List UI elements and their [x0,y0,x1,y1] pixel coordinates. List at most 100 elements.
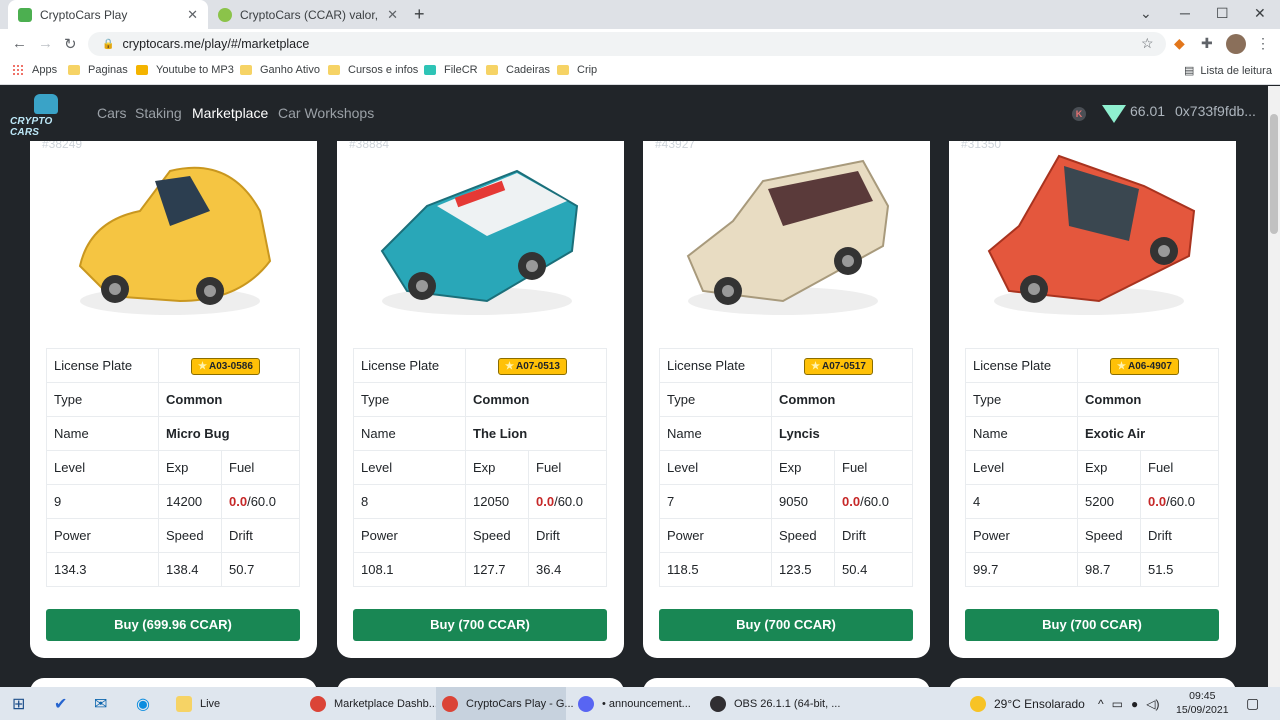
taskbar-marketplace-dashboard[interactable]: Marketplace Dashb... [304,687,438,720]
edge-browser-icon[interactable]: ◉ [130,687,156,720]
taskbar-live-folder[interactable]: Live [170,687,298,720]
scrollbar-thumb[interactable] [1270,114,1278,234]
page-scrollbar[interactable] [1268,86,1280,687]
buy-button[interactable]: Buy (699.96 CCAR) [46,609,300,641]
fuel-value: 0.0/60.0 [834,484,913,519]
system-clock[interactable]: 09:45 15/09/2021 [1176,689,1229,717]
weather-widget[interactable]: 29°C Ensolarado [970,687,1085,720]
fuel-value: 0.0/60.0 [221,484,300,519]
reload-icon[interactable]: ↻ [64,35,77,53]
level-label: Level [659,450,772,485]
type-value: Common [771,382,913,417]
car-card: #31350 License Plate ★ A06-4907 Type Comm… [949,141,1236,658]
nav-cars[interactable]: Cars [97,105,127,121]
forward-arrow-icon[interactable]: → [38,35,53,52]
car-image [979,151,1206,326]
buy-button[interactable]: Buy (700 CCAR) [659,609,913,641]
minimize-icon[interactable]: ─ [1180,5,1190,21]
bookmark-paginas[interactable]: Paginas [68,64,128,76]
mail-icon[interactable]: ✉ [88,687,113,720]
reading-list[interactable]: ▤ Lista de leitura [1184,64,1272,78]
speed-value: 138.4 [158,552,222,587]
close-tab-icon[interactable]: ✕ [187,7,198,23]
drift-label: Drift [1140,518,1219,553]
buy-button[interactable]: Buy (700 CCAR) [965,609,1219,641]
bookmark-youtube-mp3[interactable]: Youtube to MP3 [136,64,234,76]
bookmark-cadeiras[interactable]: Cadeiras [486,64,550,76]
maximize-icon[interactable]: ☐ [1216,5,1229,22]
car-stats-table: License Plate ★ A07-0517 Type Common Name… [659,348,913,587]
back-arrow-icon[interactable]: ← [12,35,27,52]
wallet-address[interactable]: 0x733f9fdb... [1175,103,1256,119]
metamask-fox-icon[interactable]: ◆ [1174,35,1185,52]
car-image [60,151,287,326]
tab-ccar-price[interactable]: CryptoCars (CCAR) valor, cotaçã ✕ [208,0,408,29]
close-tab-icon[interactable]: ✕ [387,7,398,23]
car-stats-table: License Plate ★ A06-4907 Type Common Name… [965,348,1219,587]
fuel-label: Fuel [834,450,913,485]
bookmark-label: Cursos e infos [348,64,419,76]
license-plate-badge: ★ A03-0586 [191,357,260,375]
license-plate-label: License Plate [46,348,159,383]
speaker-icon[interactable]: ◁) [1146,697,1159,711]
extensions-puzzle-icon[interactable]: ✚ [1201,35,1213,52]
taskbar-discord-announcement[interactable]: • announcement... [572,687,700,720]
level-value: 7 [659,484,772,519]
taskbar-obs[interactable]: OBS 26.1.1 (64-bit, ... [704,687,840,720]
bookmark-crip[interactable]: Crip [557,64,597,76]
car-image [673,151,900,326]
power-label: Power [46,518,159,553]
name-label: Name [659,416,772,451]
taskbar-label: • announcement... [602,697,691,710]
todo-check-icon[interactable]: ✔ [48,687,73,720]
speed-label: Speed [771,518,835,553]
cryptocars-logo[interactable]: CRYPTO CARS [10,94,78,138]
name-value: The Lion [465,416,607,451]
bookmark-filecr[interactable]: FileCR [424,64,478,76]
bookmark-star-icon[interactable]: ☆ [1141,35,1154,52]
notifications-icon[interactable]: ▢ [1246,687,1259,720]
name-label: Name [965,416,1078,451]
close-window-icon[interactable]: ✕ [1254,5,1266,22]
bookmark-apps[interactable]: Apps [12,64,57,76]
power-value: 134.3 [46,552,159,587]
apps-grid-icon [12,64,24,76]
lock-icon: 🔒 [102,38,115,50]
license-plate-badge: ★ A07-0517 [804,357,873,375]
drift-label: Drift [221,518,300,553]
microphone-icon[interactable]: ● [1131,697,1138,711]
nav-car-workshops[interactable]: Car Workshops [278,105,374,121]
discord-icon [578,695,594,712]
level-label: Level [46,450,159,485]
speed-label: Speed [158,518,222,553]
windows-start-icon[interactable]: ⊞ [6,687,31,720]
new-tab-plus-icon[interactable]: + [414,4,425,25]
site-header: CRYPTO CARS Cars Staking Marketplace Car… [0,86,1268,141]
taskbar-label: OBS 26.1.1 (64-bit, ... [734,697,841,710]
network-icon[interactable]: ▭ [1112,697,1123,711]
profile-avatar[interactable] [1226,34,1246,54]
car-id: #31350 [961,141,1002,151]
menu-kebab-icon[interactable]: ⋮ [1256,35,1270,52]
taskbar-label: Live [200,697,221,710]
type-label: Type [965,382,1078,417]
nav-staking[interactable]: Staking [135,105,182,121]
name-value: Exotic Air [1077,416,1219,451]
tab-search-chevron-icon[interactable]: ⌄ [1140,5,1152,22]
nav-marketplace[interactable]: Marketplace [192,105,268,121]
tab-cryptocars-play[interactable]: CryptoCars Play ✕ [8,0,208,29]
bookmark-cursos[interactable]: Cursos e infos [328,64,418,76]
clock-date: 15/09/2021 [1176,704,1229,716]
buy-button[interactable]: Buy (700 CCAR) [353,609,607,641]
license-plate-label: License Plate [659,348,772,383]
k-token-icon: K [1072,107,1086,121]
level-label: Level [353,450,466,485]
taskbar-label: CryptoCars Play - G... [466,697,574,710]
url-field[interactable]: 🔒 cryptocars.me/play/#/marketplace [88,32,1166,56]
logo-car-icon [34,94,58,114]
drift-value: 36.4 [528,552,607,587]
license-plate-label: License Plate [353,348,466,383]
bookmark-ganho-ativo[interactable]: Ganho Ativo [240,64,320,76]
chevron-up-icon[interactable]: ^ [1098,697,1104,711]
taskbar-cryptocars-play[interactable]: CryptoCars Play - G... [436,687,574,720]
